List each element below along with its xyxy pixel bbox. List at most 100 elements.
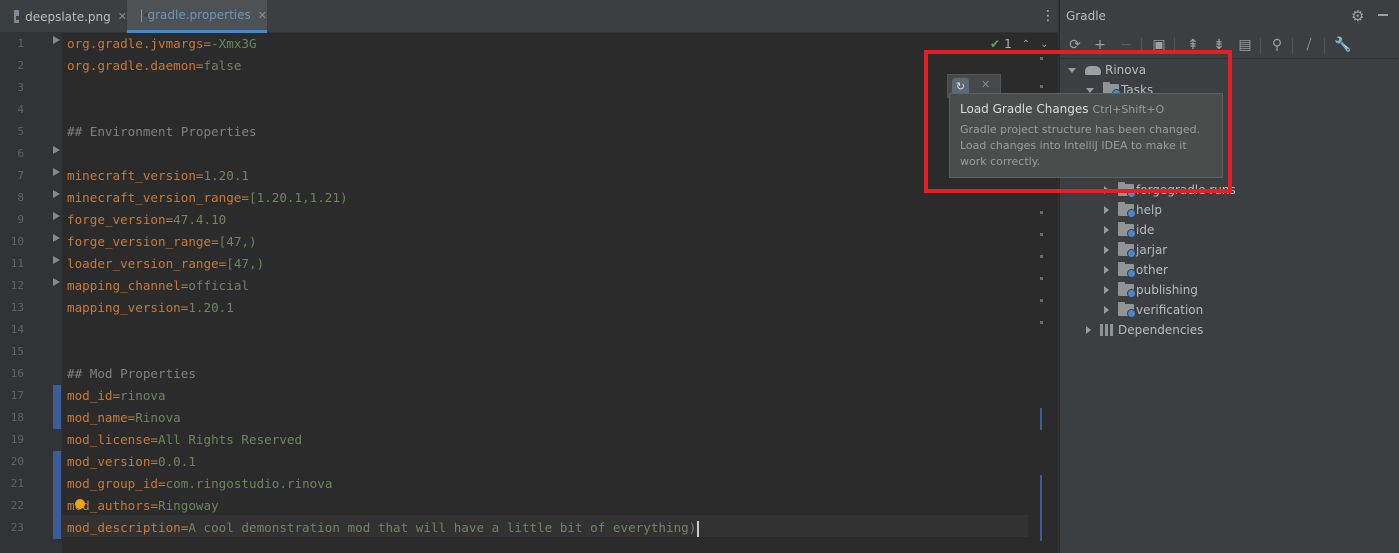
vcs-change-marker[interactable] — [53, 385, 61, 429]
chevron-right-icon[interactable] — [1104, 246, 1109, 254]
property-value: -Xmx3G — [211, 36, 257, 51]
property-separator: = — [211, 234, 219, 249]
code-line: loader_version_range=[47,) — [67, 253, 264, 275]
tab-deepslate-png[interactable]: deepslate.png ✕ — [0, 0, 127, 33]
tree-node-publishing[interactable]: publishing — [1104, 280, 1198, 300]
stripe-mark — [1040, 277, 1043, 280]
toolbar-separator — [1292, 38, 1293, 54]
property-key: mapping_version — [67, 300, 181, 315]
tree-node-label: ide — [1136, 223, 1155, 237]
line-number: 1 — [17, 37, 24, 50]
line-number: 20 — [10, 455, 24, 468]
stripe-mark — [1040, 321, 1043, 324]
fold-arrow-icon[interactable] — [53, 36, 60, 44]
chevron-right-icon[interactable] — [1104, 266, 1109, 274]
tree-node-label: help — [1136, 203, 1162, 217]
line-number: 11 — [10, 257, 24, 270]
chevron-right-icon[interactable] — [1104, 286, 1109, 294]
code-line: forge_version_range=[47,) — [67, 231, 257, 253]
line-number: 10 — [10, 235, 24, 248]
tree-node-help[interactable]: help — [1104, 200, 1162, 220]
build-tool-settings-wrench-icon[interactable]: 🔧 — [1334, 36, 1352, 54]
tree-node-dependencies[interactable]: Dependencies — [1086, 320, 1203, 340]
dependencies-icon — [1100, 324, 1114, 336]
tree-node-jarjar[interactable]: jarjar — [1104, 240, 1167, 260]
line-number: 22 — [10, 499, 24, 512]
folder-gear-icon — [1118, 302, 1136, 318]
intention-bulb-icon[interactable] — [75, 499, 85, 509]
minimize-icon[interactable] — [1378, 14, 1388, 16]
comment: ## Environment Properties — [67, 124, 257, 139]
change-marker — [1040, 408, 1042, 430]
line-number: 2 — [17, 59, 24, 72]
property-value: official — [188, 278, 249, 293]
tree-node-verification[interactable]: verification — [1104, 300, 1203, 320]
more-tabs-icon[interactable]: ⋮ — [1041, 8, 1055, 24]
line-number: 23 — [10, 521, 24, 534]
property-value: [1.20.1,1.21) — [248, 190, 348, 205]
fold-arrow-icon[interactable] — [53, 168, 60, 176]
property-separator: = — [195, 168, 204, 183]
property-key: minecraft_version — [67, 168, 196, 183]
gradle-panel-title: Gradle — [1066, 9, 1106, 23]
folder-gear-icon — [1118, 282, 1136, 298]
property-value: 47.4.10 — [173, 212, 227, 227]
offline-mode-icon[interactable]: ⚲ — [1268, 36, 1286, 54]
folder-gear-icon — [1118, 262, 1136, 278]
property-key: forge_version_range — [67, 234, 212, 249]
fold-arrow-icon[interactable] — [53, 190, 60, 198]
folder-gear-icon — [1118, 202, 1136, 218]
property-value: false — [203, 58, 242, 73]
tab-label: deepslate.png — [25, 9, 111, 24]
property-value: com.ringostudio.rinova — [165, 476, 333, 491]
property-separator: = — [150, 498, 158, 513]
line-number: 8 — [17, 191, 24, 204]
fold-arrow-icon[interactable] — [53, 256, 60, 264]
line-number: 21 — [10, 477, 24, 490]
property-key: org.gradle.daemon — [67, 58, 196, 73]
tree-node-label: jarjar — [1136, 243, 1168, 257]
fold-arrow-icon[interactable] — [53, 278, 60, 286]
line-number: 17 — [10, 389, 24, 402]
property-value: 0.0.1 — [158, 454, 196, 469]
editor-gutter: 1 2 3 4 5 6 7 8 9 10 11 12 13 14 15 16 17 18 19 20 21 22 23 — [0, 33, 62, 553]
tree-node-label: publishing — [1136, 283, 1198, 297]
stripe-mark — [1040, 233, 1043, 236]
property-key: mod_group_id — [67, 476, 158, 491]
tab-label: gradle.properties — [147, 8, 251, 22]
chevron-right-icon[interactable] — [1104, 206, 1109, 214]
property-value: [47,) — [226, 256, 265, 271]
toggle-offline-icon[interactable]: ⧸ — [1300, 36, 1318, 54]
chevron-right-icon[interactable] — [1104, 226, 1109, 234]
vcs-change-marker[interactable] — [53, 517, 61, 539]
line-number: 3 — [17, 81, 24, 94]
close-icon[interactable]: ✕ — [258, 9, 267, 22]
chevron-right-icon[interactable] — [1086, 326, 1091, 334]
fold-arrow-icon[interactable] — [53, 234, 60, 242]
stripe-mark — [1040, 255, 1043, 258]
property-value: rinova — [120, 388, 166, 403]
code-line: mod_id=rinova — [67, 385, 166, 407]
line-number: 6 — [17, 147, 24, 160]
tree-node-other[interactable]: other — [1104, 260, 1168, 280]
property-value: 1.20.1 — [188, 300, 234, 315]
tree-node-ide[interactable]: ide — [1104, 220, 1154, 240]
chevron-right-icon[interactable] — [1104, 306, 1109, 314]
property-key: mapping_channel — [67, 278, 181, 293]
tab-gradle-properties[interactable]: gradle.properties ✕ — [127, 0, 267, 33]
editor-tab-bar: deepslate.png ✕ gradle.properties ✕ ⋮ — [0, 0, 1059, 33]
fold-arrow-icon[interactable] — [53, 212, 60, 220]
fold-arrow-icon[interactable] — [53, 146, 60, 154]
settings-gear-icon[interactable]: ⚙ — [1351, 8, 1364, 24]
property-separator: = — [112, 388, 121, 403]
property-key: mod_license — [67, 432, 151, 447]
close-icon[interactable]: ✕ — [118, 10, 127, 23]
group-modules-icon[interactable]: ▤ — [1236, 36, 1254, 54]
code-line: mod_name=Rinova — [67, 407, 181, 429]
code-editor[interactable]: org.gradle.jvmargs=-Xmx3G org.gradle.daem… — [62, 33, 1028, 553]
property-value: Rinova — [135, 410, 181, 425]
property-value: All Rights Reserved — [158, 432, 303, 447]
code-line: ## Mod Properties — [67, 363, 196, 385]
code-line: mod_group_id=com.ringostudio.rinova — [67, 473, 332, 495]
property-separator: = — [150, 454, 158, 469]
